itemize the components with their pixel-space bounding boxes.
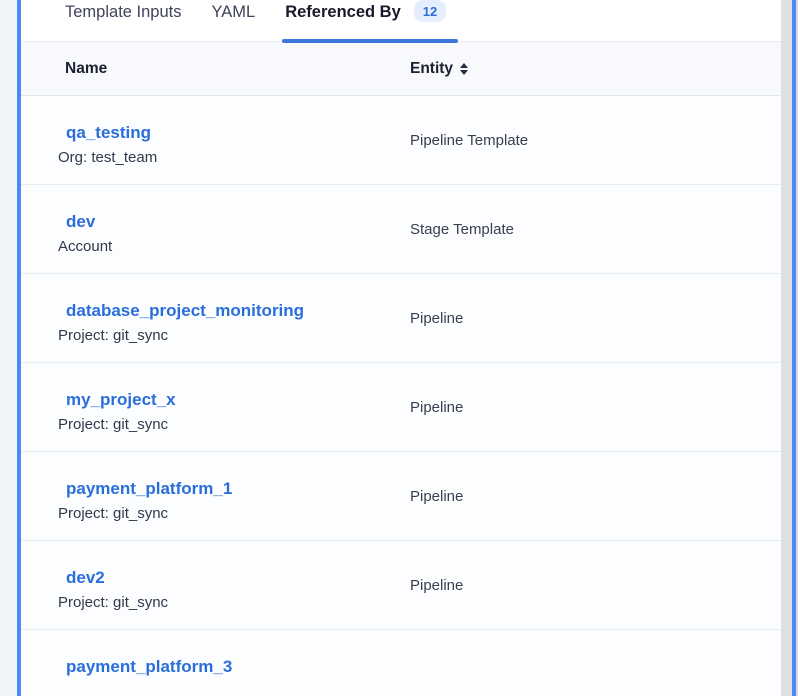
entity-type-label: Pipeline: [410, 274, 781, 362]
tab-yaml[interactable]: YAML: [211, 0, 255, 42]
tab-template-inputs-label: Template Inputs: [65, 1, 181, 23]
name-cell: payment_platform_3: [21, 630, 410, 696]
entity-name-link[interactable]: database_project_monitoring: [66, 300, 304, 321]
template-details-panel: Template Inputs YAML Referenced By 12 Na…: [17, 0, 796, 696]
scope-label: Account: [58, 237, 400, 256]
table-row[interactable]: database_project_monitoring Project: git…: [21, 274, 781, 363]
entity-name-link[interactable]: payment_platform_1: [66, 478, 232, 499]
entity-name-link[interactable]: dev: [66, 211, 95, 232]
table-row[interactable]: payment_platform_1 Project: git_sync Pip…: [21, 452, 781, 541]
entity-type-label: Pipeline: [410, 541, 781, 629]
column-header-entity-label: Entity: [410, 60, 453, 78]
column-header-name: Name: [21, 60, 410, 78]
name-cell: dev2 Project: git_sync: [21, 541, 410, 629]
tab-template-inputs[interactable]: Template Inputs: [65, 0, 181, 42]
table-row[interactable]: dev Account Stage Template: [21, 185, 781, 274]
entity-name-link[interactable]: payment_platform_3: [66, 656, 232, 677]
table-row[interactable]: dev2 Project: git_sync Pipeline: [21, 541, 781, 630]
tab-bar: Template Inputs YAML Referenced By 12: [21, 0, 781, 42]
vertical-scrollbar-track[interactable]: [781, 0, 792, 696]
table-row[interactable]: my_project_x Project: git_sync Pipeline: [21, 363, 781, 452]
tab-referenced-by[interactable]: Referenced By 12: [285, 0, 446, 42]
entity-name-link[interactable]: qa_testing: [66, 122, 151, 143]
referenced-by-count-badge: 12: [414, 0, 446, 22]
scope-label: Org: test_team: [58, 148, 400, 167]
panel-content: Template Inputs YAML Referenced By 12 Na…: [21, 0, 781, 696]
scope-label: Project: git_sync: [58, 415, 400, 434]
table-row[interactable]: qa_testing Org: test_team Pipeline Templ…: [21, 96, 781, 185]
active-tab-indicator: [282, 39, 458, 43]
sort-arrows-icon: [460, 63, 468, 75]
entity-type-label: Pipeline Template: [410, 96, 781, 184]
name-cell: qa_testing Org: test_team: [21, 96, 410, 184]
table-header-row: Name Entity: [21, 42, 781, 96]
name-cell: my_project_x Project: git_sync: [21, 363, 410, 451]
name-cell: dev Account: [21, 185, 410, 273]
column-header-entity-sort[interactable]: Entity: [410, 60, 781, 78]
entity-type-label: Pipeline: [410, 363, 781, 451]
entity-type-label: [410, 630, 781, 696]
entity-name-link[interactable]: my_project_x: [66, 389, 176, 410]
name-cell: database_project_monitoring Project: git…: [21, 274, 410, 362]
entity-type-label: Pipeline: [410, 452, 781, 540]
scope-label: Project: git_sync: [58, 593, 400, 612]
tab-referenced-by-label: Referenced By: [285, 1, 401, 23]
entity-type-label: Stage Template: [410, 185, 781, 273]
scope-label: Project: git_sync: [58, 326, 400, 345]
tab-yaml-label: YAML: [211, 1, 255, 23]
table-row[interactable]: payment_platform_3: [21, 630, 781, 696]
entity-name-link[interactable]: dev2: [66, 567, 105, 588]
scope-label: Project: git_sync: [58, 504, 400, 523]
name-cell: payment_platform_1 Project: git_sync: [21, 452, 410, 540]
